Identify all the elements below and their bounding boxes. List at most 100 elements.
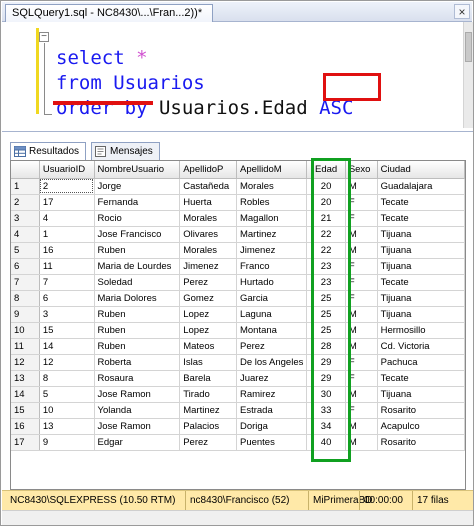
grid-cell[interactable]: Lopez — [179, 322, 237, 339]
grid-cell[interactable]: Tijuana — [377, 306, 465, 323]
grid-cell[interactable]: 9 — [39, 434, 95, 451]
row-number[interactable]: 2 — [11, 194, 40, 211]
grid-cell[interactable]: Jimenez — [179, 258, 237, 275]
grid-cell[interactable]: Tecate — [377, 210, 465, 227]
grid-cell[interactable]: Perez — [236, 338, 308, 355]
grid-cell[interactable]: 1 — [39, 226, 95, 243]
grid-cell[interactable]: Doriga — [236, 418, 308, 435]
grid-cell[interactable]: Ruben — [94, 242, 181, 259]
grid-cell[interactable]: F — [345, 402, 378, 419]
column-header[interactable]: UsuarioID — [39, 161, 95, 179]
grid-cell[interactable]: Lopez — [179, 306, 237, 323]
table-row[interactable]: 14 5 Jose Ramon Tirado Ramirez 30 M Tijuana — [11, 386, 465, 403]
grid-cell[interactable]: Palacios — [179, 418, 237, 435]
grid-cell[interactable]: Islas — [179, 354, 237, 371]
collapse-icon[interactable]: − — [39, 32, 49, 42]
grid-cell[interactable]: 22 — [306, 242, 346, 259]
close-tab-button[interactable]: × — [454, 4, 470, 19]
grid-cell[interactable]: Montana — [236, 322, 308, 339]
row-number[interactable]: 14 — [11, 386, 40, 403]
row-number[interactable]: 3 — [11, 210, 40, 227]
grid-cell[interactable]: Ruben — [94, 322, 181, 339]
grid-cell[interactable]: M — [345, 338, 378, 355]
row-number[interactable]: 13 — [11, 370, 40, 387]
table-row[interactable]: 13 8 Rosaura Barela Juarez 29 F Tecate — [11, 370, 465, 387]
grid-cell[interactable]: 23 — [306, 274, 346, 291]
grid-cell[interactable]: 2 — [39, 178, 95, 195]
row-number[interactable]: 4 — [11, 226, 40, 243]
grid-cell[interactable]: 29 — [306, 370, 346, 387]
grid-cell[interactable]: Rosaura — [94, 370, 181, 387]
row-number[interactable]: 15 — [11, 402, 40, 419]
tab-mensajes[interactable]: Mensajes — [91, 142, 160, 160]
editor-scrollbar[interactable] — [463, 22, 473, 128]
grid-cell[interactable]: 25 — [306, 290, 346, 307]
grid-cell[interactable]: Jose Francisco — [94, 226, 181, 243]
grid-cell[interactable]: M — [345, 178, 378, 195]
row-number[interactable]: 7 — [11, 274, 40, 291]
grid-cell[interactable]: F — [345, 194, 378, 211]
grid-cell[interactable]: Rosarito — [377, 434, 465, 451]
grid-cell[interactable]: 17 — [39, 194, 95, 211]
grid-cell[interactable]: Cd. Victoria — [377, 338, 465, 355]
table-row[interactable]: 4 1 Jose Francisco Olivares Martinez 22 M Tijua… — [11, 226, 465, 243]
grid-cell[interactable]: Tecate — [377, 370, 465, 387]
grid-cell[interactable]: 33 — [306, 402, 346, 419]
grid-cell[interactable]: 40 — [306, 434, 346, 451]
grid-cell[interactable]: Rosarito — [377, 402, 465, 419]
row-number[interactable]: 8 — [11, 290, 40, 307]
grid-cell[interactable]: Maria de Lourdes — [94, 258, 181, 275]
grid-cell[interactable]: 23 — [306, 258, 346, 275]
grid-cell[interactable]: M — [345, 242, 378, 259]
row-number[interactable]: 17 — [11, 434, 40, 451]
grid-cell[interactable]: Ruben — [94, 306, 181, 323]
grid-cell[interactable]: 8 — [39, 370, 95, 387]
grid-cell[interactable]: 25 — [306, 322, 346, 339]
row-number[interactable]: 10 — [11, 322, 40, 339]
table-row[interactable]: 8 6 Maria Dolores Gomez Garcia 25 F Tijuana — [11, 290, 465, 307]
row-number[interactable]: 11 — [11, 338, 40, 355]
row-number[interactable]: 5 — [11, 242, 40, 259]
table-row[interactable]: 3 4 Rocio Morales Magallon 21 F Tecate — [11, 210, 465, 227]
grid-cell[interactable]: Maria Dolores — [94, 290, 181, 307]
grid-cell[interactable]: Tijuana — [377, 258, 465, 275]
grid-cell[interactable]: Tijuana — [377, 242, 465, 259]
column-header[interactable]: Edad — [306, 161, 346, 179]
grid-cell[interactable]: Perez — [179, 274, 237, 291]
grid-cell[interactable]: Fernanda — [94, 194, 181, 211]
grid-cell[interactable]: 4 — [39, 210, 95, 227]
column-header[interactable]: Ciudad — [377, 161, 465, 179]
grid-cell[interactable]: 16 — [39, 242, 95, 259]
grid-cell[interactable]: 6 — [39, 290, 95, 307]
grid-cell[interactable]: Martinez — [179, 402, 237, 419]
grid-cell[interactable]: F — [345, 354, 378, 371]
grid-cell[interactable]: Pachuca — [377, 354, 465, 371]
grid-cell[interactable]: Gomez — [179, 290, 237, 307]
grid-cell[interactable]: 7 — [39, 274, 95, 291]
grid-cell[interactable]: Laguna — [236, 306, 308, 323]
grid-cell[interactable]: F — [345, 258, 378, 275]
grid-cell[interactable]: M — [345, 434, 378, 451]
grid-cell[interactable]: M — [345, 226, 378, 243]
row-number[interactable]: 9 — [11, 306, 40, 323]
grid-cell[interactable]: Morales — [179, 210, 237, 227]
grid-cell[interactable]: 29 — [306, 354, 346, 371]
table-row[interactable]: 16 13 Jose Ramon Palacios Doriga 34 M Acapulco — [11, 418, 465, 435]
grid-cell[interactable]: Morales — [236, 178, 308, 195]
grid-cell[interactable]: Yolanda — [94, 402, 181, 419]
grid-cell[interactable]: Acapulco — [377, 418, 465, 435]
grid-cell[interactable]: 12 — [39, 354, 95, 371]
grid-cell[interactable]: M — [345, 418, 378, 435]
row-number[interactable]: 1 — [11, 178, 40, 195]
grid-cell[interactable]: F — [345, 370, 378, 387]
tab-resultados[interactable]: Resultados — [10, 142, 87, 160]
row-number[interactable]: 16 — [11, 418, 40, 435]
grid-cell[interactable]: 28 — [306, 338, 346, 355]
table-row[interactable]: 9 3 Ruben Lopez Laguna 25 M Tijuana — [11, 306, 465, 323]
table-row[interactable]: 1 2 Jorge Castañeda Morales 20 M Guadalajara — [11, 178, 465, 195]
grid-cell[interactable]: 34 — [306, 418, 346, 435]
column-header[interactable]: ApellidoM — [236, 161, 308, 179]
grid-cell[interactable]: Castañeda — [179, 178, 237, 195]
table-row[interactable]: 5 16 Ruben Morales Jimenez 22 M Tijuana — [11, 242, 465, 259]
grid-cell[interactable]: Tijuana — [377, 290, 465, 307]
